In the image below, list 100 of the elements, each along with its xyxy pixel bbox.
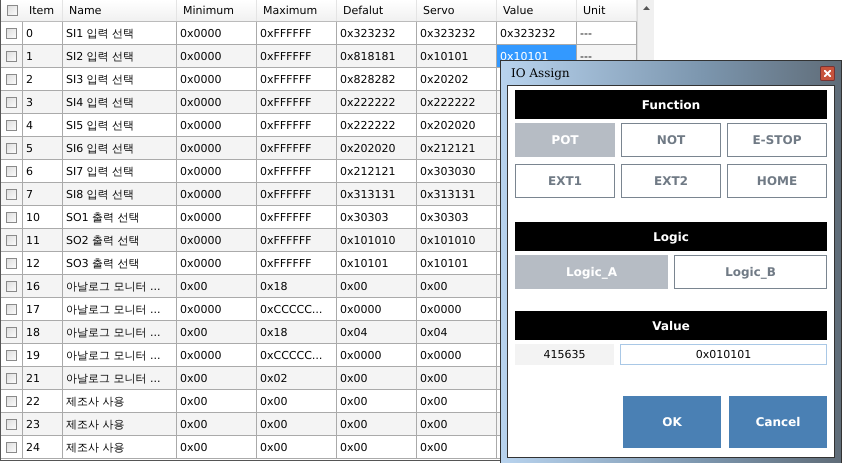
table-cell: 0x222222 (337, 91, 417, 114)
table-cell: 18 (23, 321, 63, 344)
table-cell: 0x04 (337, 321, 417, 344)
table-cell: 0x02 (257, 367, 337, 390)
table-cell: SI8 입력 선택 (63, 183, 177, 206)
table-cell: 0x00 (177, 436, 257, 459)
row-checkbox[interactable] (6, 166, 17, 176)
decimal-reading: 415635 (515, 344, 614, 365)
table-cell: SI2 입력 선택 (63, 45, 177, 68)
table-cell: 0x101010 (337, 229, 417, 252)
section-header: Value (515, 311, 827, 340)
table-cell: 아날로그 모니터 ... (63, 275, 177, 298)
row-checkbox[interactable] (6, 280, 17, 292)
table-cell: 0x0000 (177, 229, 257, 252)
table-cell: 0x00 (417, 275, 497, 298)
column-header[interactable]: Name (63, 0, 177, 21)
row-checkbox[interactable] (6, 96, 17, 108)
table-cell: 0xFFFFFF (257, 183, 337, 206)
row-checkbox[interactable] (6, 50, 17, 62)
row-checkbox[interactable] (6, 396, 17, 406)
table-cell: 0x313131 (337, 183, 417, 206)
table-cell: 11 (23, 229, 63, 252)
table-cell: 0x18 (257, 321, 337, 344)
ok-button[interactable]: OK (623, 396, 721, 448)
row-checkbox[interactable] (6, 142, 17, 154)
table-cell: 0x212121 (417, 137, 497, 160)
column-header[interactable]: Minimum (177, 0, 257, 21)
table-cell: 0x00 (417, 413, 497, 436)
row-checkbox[interactable] (6, 74, 17, 84)
row-checkbox[interactable] (6, 212, 17, 222)
row-checkbox[interactable] (6, 234, 17, 246)
table-cell: 0x00 (337, 413, 417, 436)
close-button[interactable] (820, 66, 835, 80)
column-header[interactable]: Defalut (337, 0, 417, 21)
table-cell: 0x202020 (337, 137, 417, 160)
table-cell: SI4 입력 선택 (63, 91, 177, 114)
row-checkbox[interactable] (6, 304, 17, 314)
table-cell: SO2 출력 선택 (63, 229, 177, 252)
table-cell: 0x04 (417, 321, 497, 344)
table-cell: 0x0000 (177, 137, 257, 160)
table-cell: 아날로그 모니터 ... (63, 367, 177, 390)
table-cell: 0x00 (417, 367, 497, 390)
table-cell: 0xFFFFFF (257, 91, 337, 114)
table-cell: 0x818181 (337, 45, 417, 68)
table-cell: 5 (23, 137, 63, 160)
table-cell: 0x00 (177, 413, 257, 436)
function-option[interactable]: NOT (621, 123, 721, 157)
table-cell: 0x00 (257, 413, 337, 436)
function-option[interactable]: HOME (727, 164, 827, 198)
table-cell: 23 (23, 413, 63, 436)
table-cell: 0x00 (417, 436, 497, 459)
table-cell: 0x313131 (417, 183, 497, 206)
table-cell: 0x18 (257, 275, 337, 298)
cancel-button[interactable]: Cancel (729, 396, 827, 448)
row-checkbox[interactable] (6, 120, 17, 130)
column-header[interactable]: Maximum (257, 0, 337, 21)
row-checkbox[interactable] (6, 372, 17, 384)
table-cell: 0x00 (337, 436, 417, 459)
table-cell: 0x0000 (177, 45, 257, 68)
table-cell: 0x101010 (417, 229, 497, 252)
table-cell: 0x00 (177, 321, 257, 344)
row-checkbox[interactable] (6, 442, 17, 452)
table-cell: 제조사 사용 (63, 413, 177, 436)
table-cell: 21 (23, 367, 63, 390)
section-header: Logic (515, 222, 827, 251)
table-cell: 0x0000 (177, 183, 257, 206)
table-cell: 0x00 (257, 436, 337, 459)
table-cell: 7 (23, 183, 63, 206)
table-cell: 0x222222 (417, 91, 497, 114)
row-checkbox[interactable] (6, 350, 17, 360)
column-header[interactable]: Servo (417, 0, 497, 21)
column-header[interactable]: Item (23, 0, 63, 21)
table-cell: 제조사 사용 (63, 436, 177, 459)
table-cell: 0x00 (177, 275, 257, 298)
row-checkbox[interactable] (6, 28, 17, 38)
table-cell: 0x00 (337, 367, 417, 390)
table-cell: 3 (23, 91, 63, 114)
table-cell: 24 (23, 436, 63, 459)
logic-option[interactable]: Logic_B (674, 255, 827, 289)
table-cell: 0xFFFFFF (257, 229, 337, 252)
table-cell: 0x00 (177, 367, 257, 390)
table-cell: 아날로그 모니터 ... (63, 321, 177, 344)
table-cell: 0xFFFFFF (257, 137, 337, 160)
window-title: IO Assign (511, 66, 570, 80)
function-option[interactable]: EXT2 (621, 164, 721, 198)
select-all-checkbox[interactable] (6, 5, 18, 16)
table-cell: 16 (23, 275, 63, 298)
row-checkbox[interactable] (6, 188, 17, 200)
table-cell: 0x00 (337, 275, 417, 298)
function-option[interactable]: EXT1 (515, 164, 615, 198)
row-checkbox[interactable] (6, 258, 17, 268)
value-input[interactable]: 0x010101 (620, 344, 827, 365)
row-checkbox[interactable] (6, 418, 17, 430)
column-header[interactable]: Value (497, 0, 577, 21)
row-checkbox[interactable] (6, 326, 17, 338)
table-cell: 0xFFFFFF (257, 45, 337, 68)
table-cell: SI6 입력 선택 (63, 137, 177, 160)
table-cell: 1 (23, 45, 63, 68)
table-cell: 0x0000 (177, 91, 257, 114)
function-option[interactable]: E-STOP (727, 123, 827, 157)
